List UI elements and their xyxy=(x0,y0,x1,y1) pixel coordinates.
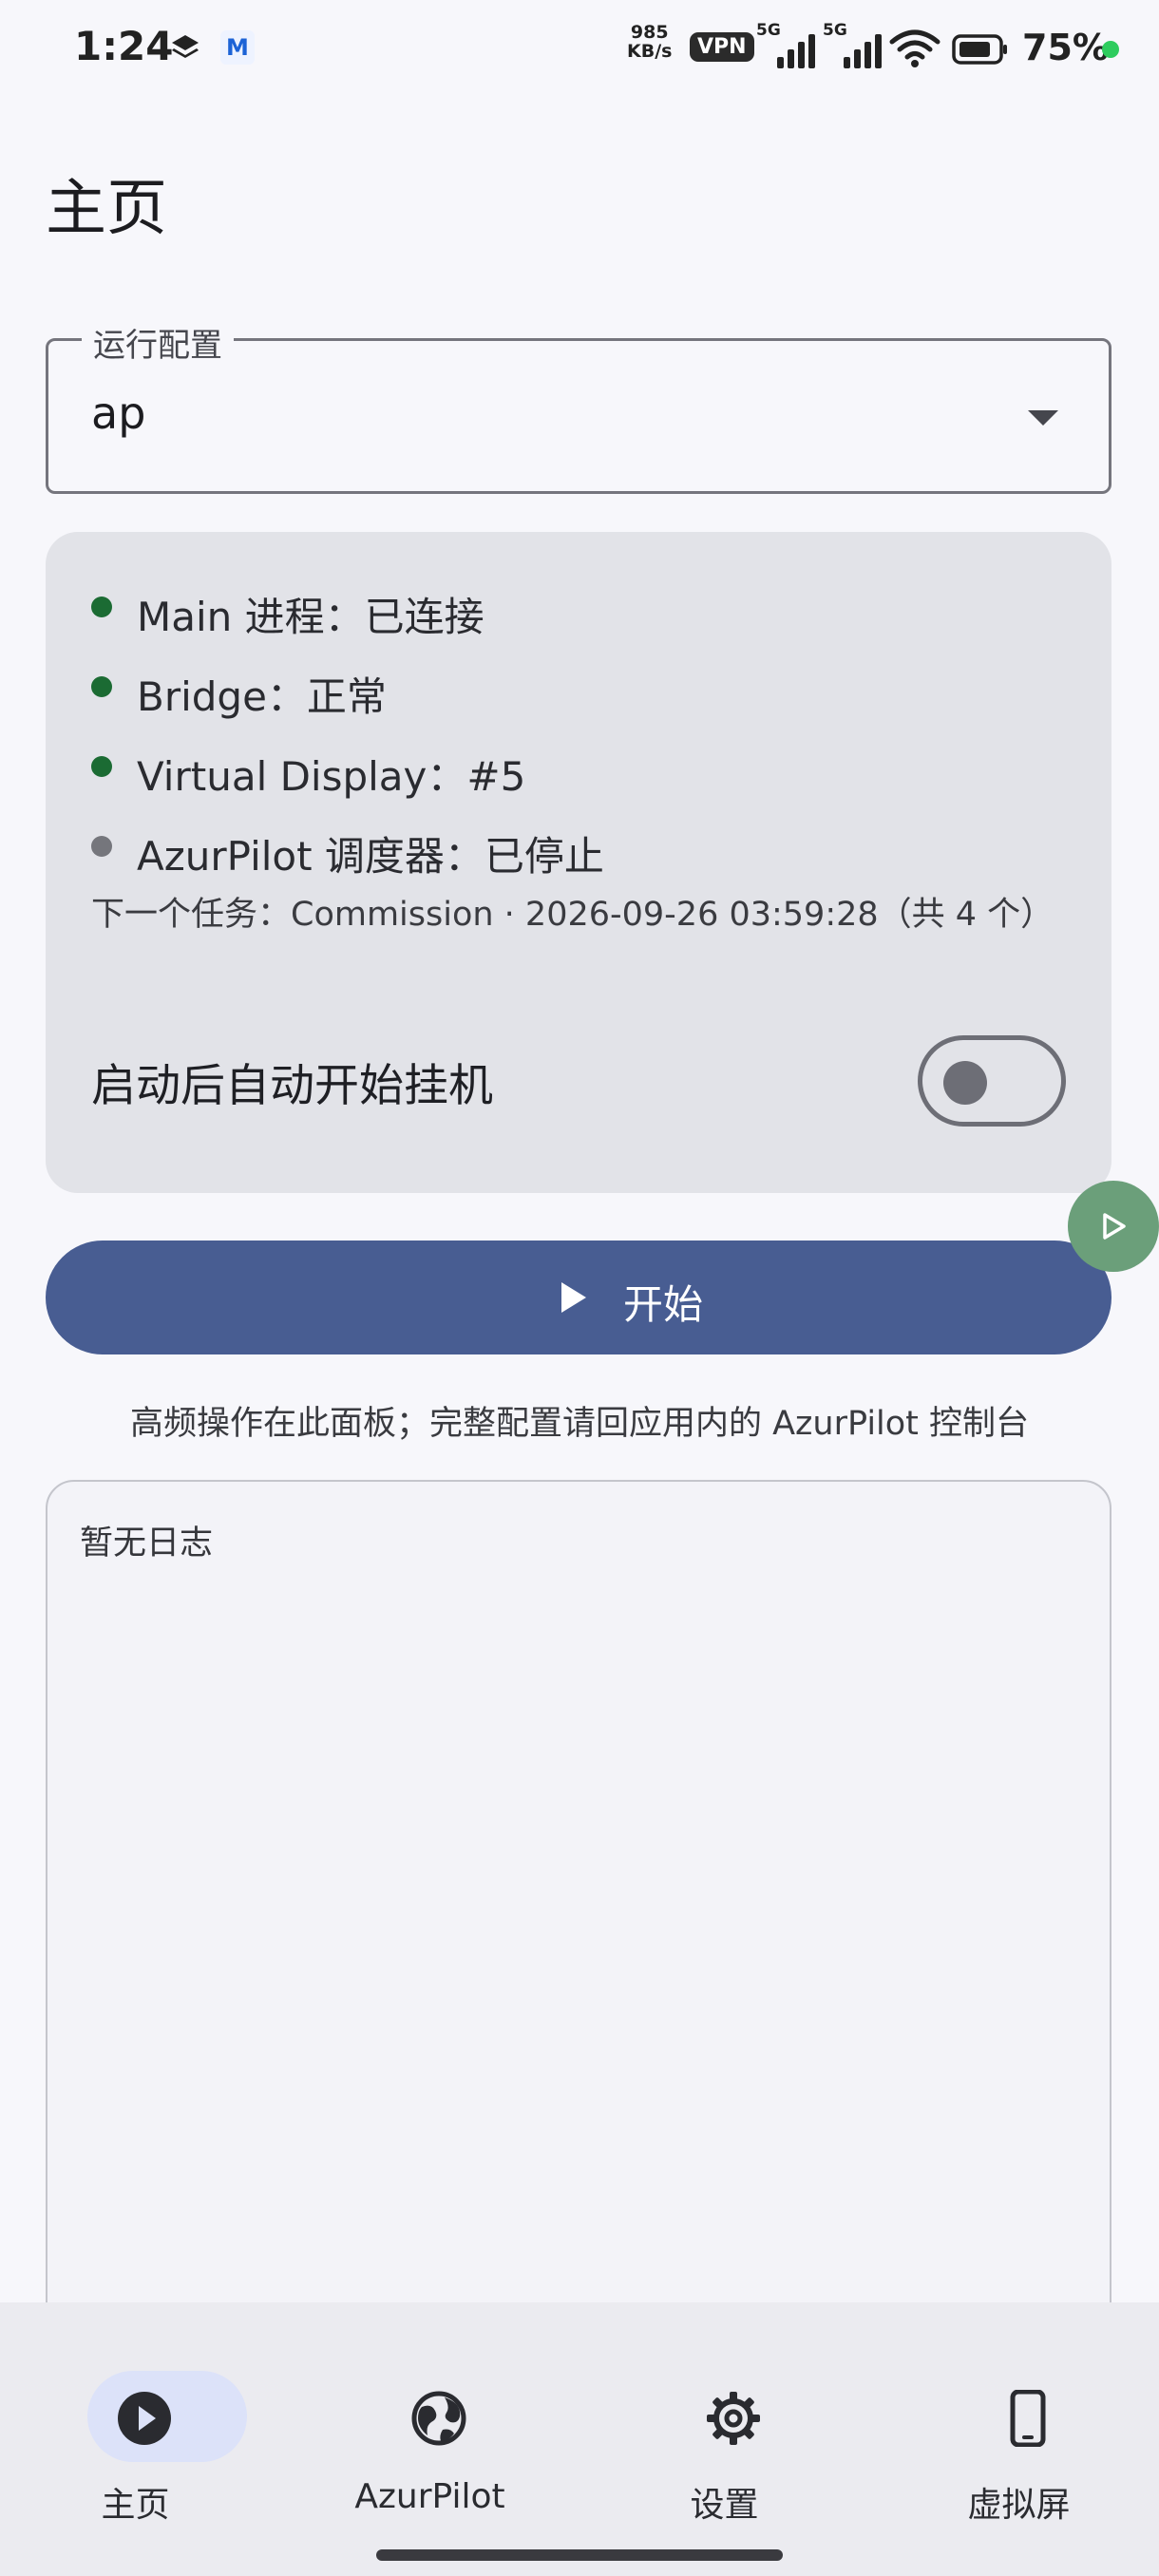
auto-start-toggle[interactable] xyxy=(918,1035,1066,1127)
nav-label: 主页 xyxy=(101,2486,170,2525)
run-config-value[interactable]: ap xyxy=(91,388,145,439)
gear-icon xyxy=(707,2392,760,2445)
status-bar: 1:24 M 985 KB/s VPN 5G 5G 75% xyxy=(0,0,1159,99)
page-title: 主页 xyxy=(46,174,167,244)
status-dot-icon xyxy=(91,676,112,697)
home-indicator[interactable] xyxy=(376,2549,783,2561)
play-circle-icon xyxy=(118,2392,171,2445)
hint-text: 高频操作在此面板；完整配置请回应用内的 AzurPilot 控制台 xyxy=(129,1405,1030,1443)
app-notification-icon: M xyxy=(220,30,255,65)
log-empty-text: 暂无日志 xyxy=(80,1525,214,1563)
status-row-bridge: Bridge：正常 xyxy=(91,659,1079,720)
bottom-navigation: 主页 AzurPilot 设置 虚拟屏 xyxy=(0,2302,1159,2576)
status-dot-icon xyxy=(91,756,112,777)
play-outline-icon xyxy=(1103,1213,1126,1240)
net-speed-value: 985 xyxy=(630,22,669,43)
signal-icon: 5G xyxy=(756,21,823,68)
net-speed: 985 KB/s xyxy=(627,23,672,61)
status-row-main: Main 进程：已连接 xyxy=(91,579,1079,640)
start-button-label: 开始 xyxy=(623,1281,704,1328)
signal-icon: 5G xyxy=(823,21,889,68)
nav-item-virtual-screen[interactable]: 虚拟屏 xyxy=(884,2337,1159,2525)
floating-action-bubble[interactable] xyxy=(1068,1181,1159,1272)
nav-item-home[interactable]: 主页 xyxy=(0,2337,290,2525)
battery-percent: 75% xyxy=(1022,27,1109,68)
net-speed-unit: KB/s xyxy=(627,41,673,62)
status-dot-icon xyxy=(91,836,112,857)
log-panel[interactable] xyxy=(46,1480,1112,2430)
status-time: 1:24 xyxy=(74,23,174,69)
status-row-scheduler: AzurPilot 调度器：已停止 xyxy=(91,819,1079,880)
play-icon xyxy=(561,1282,586,1313)
vpn-badge: VPN xyxy=(690,32,754,62)
start-button[interactable]: 开始 xyxy=(46,1241,1112,1354)
next-task-info: 下一个任务：Commission · 2026-09-26 03:59:28（共… xyxy=(91,896,1054,934)
nav-label: 设置 xyxy=(690,2486,759,2525)
status-text: AzurPilot 调度器：已停止 xyxy=(137,833,604,880)
wifi-icon xyxy=(889,29,940,67)
run-config-label: 运行配置 xyxy=(82,319,234,366)
signal-label: 5G xyxy=(756,21,781,40)
nav-item-azurpilot[interactable]: AzurPilot xyxy=(294,2337,584,2516)
phone-icon xyxy=(1010,2390,1046,2447)
toggle-knob xyxy=(943,1061,987,1105)
status-text: Bridge：正常 xyxy=(137,673,387,720)
nav-label: 虚拟屏 xyxy=(967,2486,1071,2525)
status-row-virtual-display: Virtual Display：#5 xyxy=(91,739,1079,800)
auto-start-label: 启动后自动开始挂机 xyxy=(91,1060,493,1112)
privacy-indicator xyxy=(1102,41,1119,58)
status-dot-icon xyxy=(91,597,112,617)
status-text: Main 进程：已连接 xyxy=(137,594,484,640)
nav-label: AzurPilot xyxy=(354,2477,505,2516)
dropdown-arrow-icon[interactable] xyxy=(1028,410,1058,426)
status-text: Virtual Display：#5 xyxy=(137,753,526,800)
nav-item-settings[interactable]: 设置 xyxy=(589,2337,879,2525)
battery-icon xyxy=(952,34,1007,65)
signal-label: 5G xyxy=(823,21,847,40)
globe-icon xyxy=(411,2391,466,2446)
layers-icon xyxy=(172,35,199,58)
